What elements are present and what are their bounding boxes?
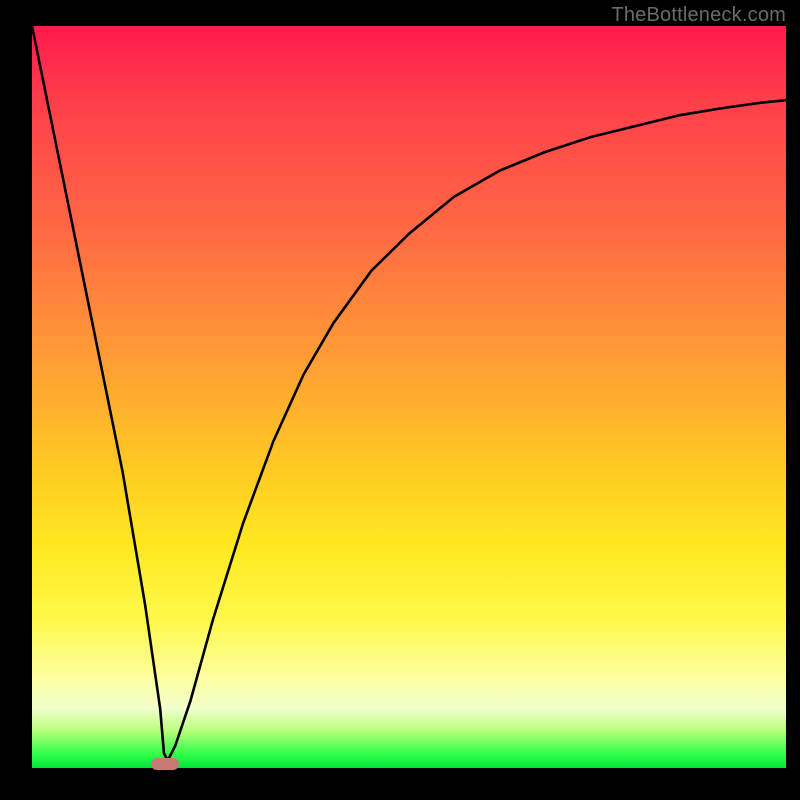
chart-plot-area bbox=[32, 26, 786, 768]
bottleneck-curve bbox=[32, 26, 786, 768]
minimum-marker bbox=[151, 758, 179, 770]
watermark-text: TheBottleneck.com bbox=[611, 4, 786, 27]
chart-frame: TheBottleneck.com bbox=[0, 0, 800, 800]
